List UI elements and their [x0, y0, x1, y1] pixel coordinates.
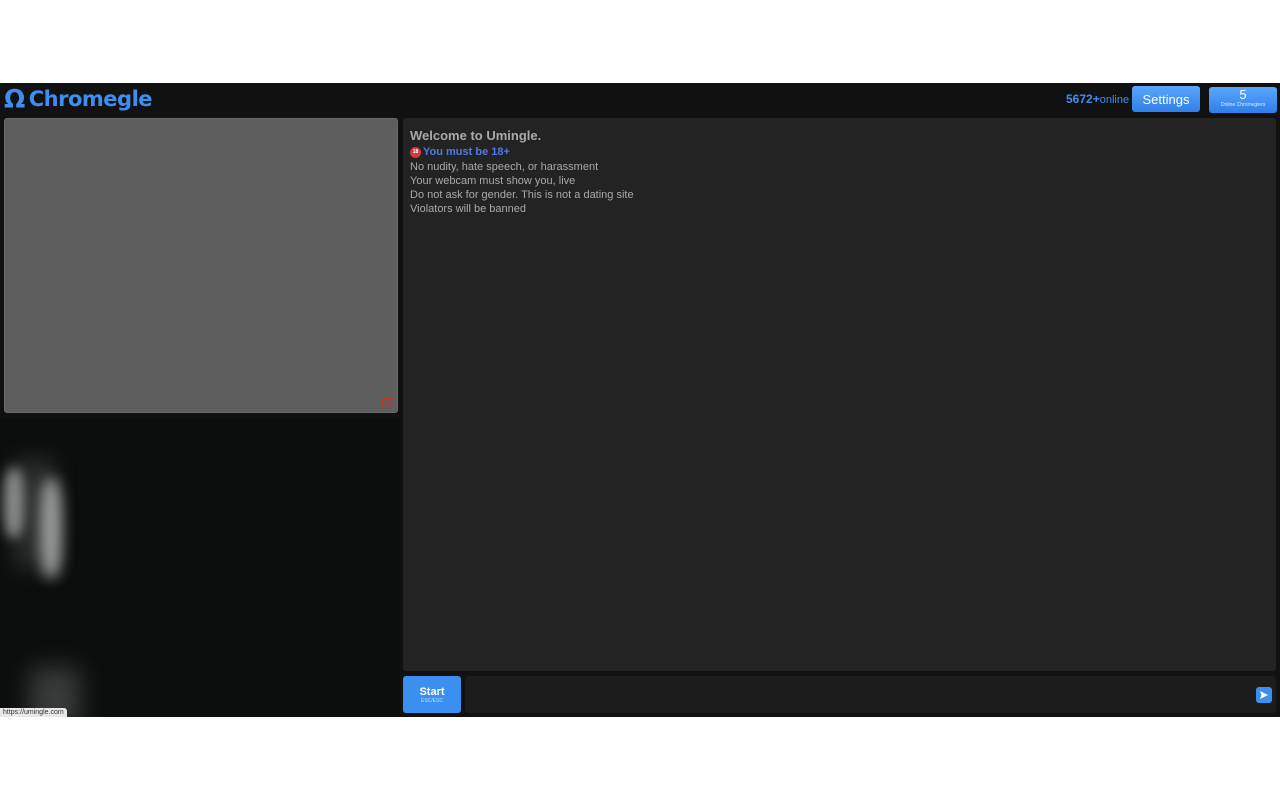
welcome-heading: Welcome to Umingle.	[410, 128, 542, 143]
start-button-shortcut: ESC/ESC	[421, 698, 443, 704]
age-rule: 18 You must be 18+	[410, 146, 510, 158]
online-counter: 5672+online	[1066, 92, 1129, 106]
send-button[interactable]	[1256, 687, 1272, 703]
online-chromeglers-count: 5	[1239, 87, 1247, 102]
stranger-video	[4, 118, 398, 413]
no-under-18-icon: 18	[410, 146, 421, 158]
online-count: 5672+	[1066, 92, 1100, 106]
rules-list: No nudity, hate speech, or harassment Yo…	[410, 160, 634, 216]
message-input[interactable]	[465, 676, 1276, 713]
omega-logo-icon: Ω	[4, 84, 25, 113]
online-chromeglers-button[interactable]: 5 Online Chromeglers	[1209, 87, 1277, 113]
age-rule-text: You must be 18+	[423, 146, 510, 158]
chat-log: Welcome to Umingle. 18 You must be 18+ N…	[403, 118, 1276, 671]
send-arrow-icon	[1260, 691, 1268, 699]
self-webcam-video	[0, 418, 400, 717]
rule-item: No nudity, hate speech, or harassment	[410, 161, 599, 173]
start-button[interactable]: Start ESC/ESC	[403, 676, 461, 713]
logo-text: Chromegle	[28, 86, 153, 111]
flag-icon[interactable]	[382, 398, 394, 408]
logo[interactable]: Ω Chromegle	[4, 84, 153, 113]
rule-item: Do not ask for gender. This is not a dat…	[410, 189, 634, 201]
status-bar-url: https://umingle.com	[0, 708, 67, 717]
webcam-highlight	[4, 468, 24, 538]
top-bar: Ω Chromegle 5672+online Settings 5 Onlin…	[0, 83, 1280, 117]
webcam-highlight	[40, 478, 62, 578]
rule-item: Your webcam must show you, live	[410, 175, 576, 187]
settings-button[interactable]: Settings	[1132, 86, 1200, 112]
rule-item: Violators will be banned	[410, 203, 526, 215]
online-chromeglers-label: Online Chromeglers	[1220, 102, 1266, 108]
start-button-label: Start	[419, 686, 445, 698]
online-label: online	[1099, 94, 1130, 106]
app-window: Ω Chromegle 5672+online Settings 5 Onlin…	[0, 83, 1280, 717]
